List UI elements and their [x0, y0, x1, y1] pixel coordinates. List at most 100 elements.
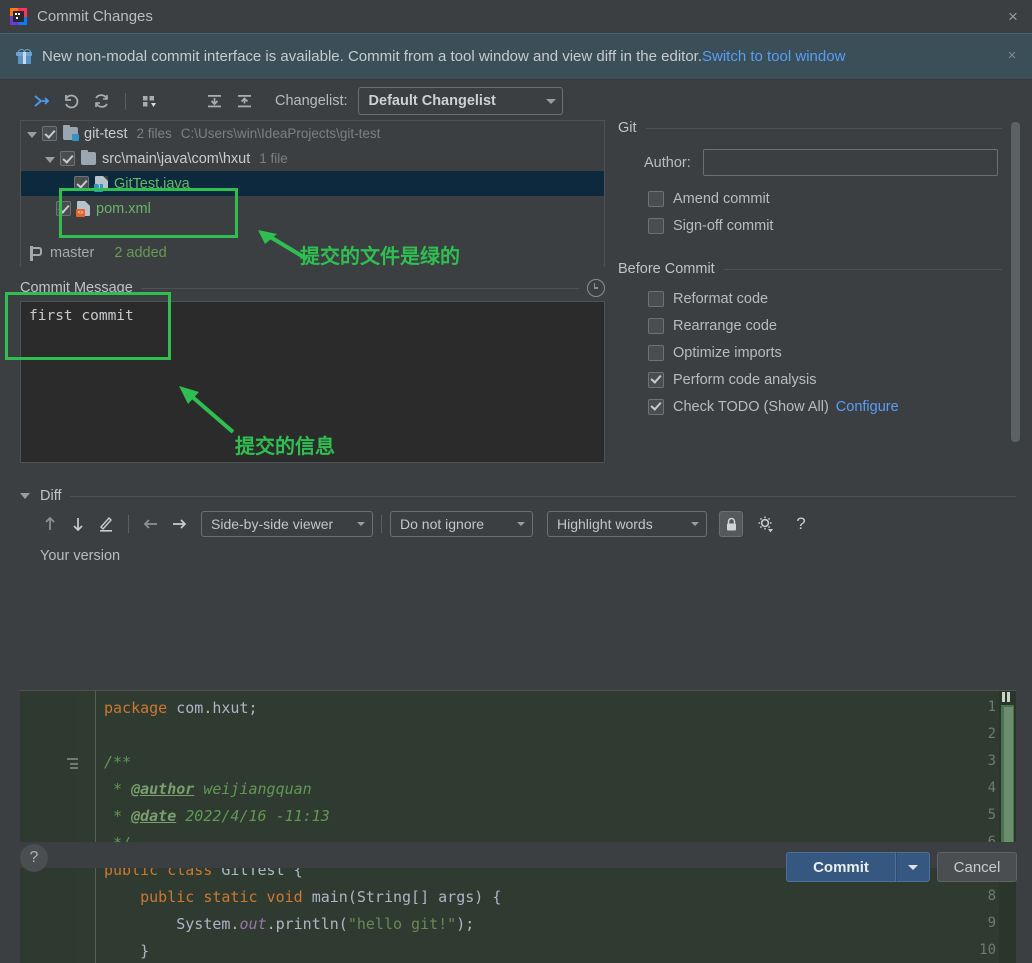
- accept-left-icon[interactable]: [137, 511, 165, 537]
- gear-icon[interactable]: [751, 511, 779, 537]
- checkbox-label: Check TODO (Show All): [673, 398, 829, 415]
- optimize-imports-checkbox[interactable]: Optimize imports: [648, 339, 1032, 366]
- question-mark-icon[interactable]: ?: [787, 511, 815, 537]
- tree-row[interactable]: J GitTest.java: [21, 171, 604, 196]
- checkbox[interactable]: [648, 344, 664, 361]
- commit-message-input[interactable]: first commit: [20, 301, 605, 463]
- line-number: 10: [979, 942, 996, 958]
- refresh-icon[interactable]: [86, 88, 116, 114]
- tree-row[interactable]: src\main\java\com\hxut 1 file: [21, 146, 604, 171]
- options-scrollbar-thumb[interactable]: [1011, 122, 1020, 442]
- editor-scrollbar-thumb-inner[interactable]: [1004, 707, 1013, 843]
- checkbox-label: Reformat code: [673, 290, 769, 307]
- before-commit-options-list: Reformat code Rearrange code Optimize impo…: [618, 285, 1032, 420]
- ignore-mode-combobox[interactable]: Do not ignore: [390, 511, 533, 537]
- gutter-divider: [95, 691, 96, 963]
- code-token: "hello git!": [347, 915, 457, 933]
- checkbox[interactable]: [648, 217, 664, 234]
- diff-toolbar: Side-by-side viewer Do not ignore Highli…: [20, 504, 1016, 544]
- line-number: 4: [987, 780, 996, 796]
- tree-row-name: pom.xml: [96, 200, 151, 217]
- rearrange-code-checkbox[interactable]: Rearrange code: [648, 312, 1032, 339]
- lock-icon[interactable]: [719, 511, 743, 537]
- folder-icon: [81, 150, 96, 165]
- checkbox[interactable]: [648, 317, 664, 334]
- chevron-down-icon: [691, 522, 699, 526]
- before-commit-section-header: Before Commit: [618, 261, 1032, 277]
- fold-region-icon[interactable]: [67, 758, 79, 770]
- configure-link[interactable]: Configure: [836, 399, 899, 415]
- diff-section-header[interactable]: Diff: [20, 488, 1016, 504]
- editor-gutter: [20, 691, 76, 963]
- chevron-down-icon: [908, 864, 918, 870]
- collapse-all-icon[interactable]: [229, 88, 259, 114]
- tree-row-checkbox[interactable]: [42, 126, 57, 141]
- code-token: out: [239, 915, 267, 933]
- commit-message-label: Commit Message: [20, 280, 133, 296]
- code-token: @date: [131, 807, 177, 825]
- commit-message-header: Commit Message: [20, 275, 605, 301]
- tree-row-name: GitTest.java: [114, 175, 190, 192]
- code-token: *: [104, 807, 132, 825]
- accept-right-icon[interactable]: [165, 511, 193, 537]
- file-type-badge: J: [94, 184, 103, 192]
- author-field[interactable]: [702, 149, 998, 176]
- banner-close-icon[interactable]: ×: [1004, 48, 1020, 64]
- changelist-combobox[interactable]: Default Changelist: [357, 87, 563, 115]
- code-line: System.out.println("hello git!");: [104, 915, 474, 933]
- cancel-button[interactable]: Cancel: [937, 852, 1017, 882]
- group-by-icon[interactable]: [135, 88, 165, 114]
- code-line: public static void main(String[] args) {: [104, 888, 501, 906]
- tree-row-checkbox[interactable]: [74, 176, 89, 191]
- tree-row[interactable]: git-test 2 files C:\Users\win\IdeaProjects…: [21, 121, 604, 146]
- editor-scrollbar-track[interactable]: [999, 691, 1016, 963]
- repo-status-bar: master 2 added: [20, 239, 605, 267]
- commit-button[interactable]: Commit: [786, 852, 896, 882]
- toolbar-separator: [125, 92, 126, 110]
- section-rule: [69, 495, 1016, 497]
- pause-icon[interactable]: [1001, 691, 1013, 703]
- amend-commit-checkbox[interactable]: Amend commit: [648, 185, 1032, 212]
- chevron-down-icon[interactable]: [27, 131, 37, 138]
- checkbox[interactable]: [648, 371, 664, 388]
- tree-row-checkbox[interactable]: [56, 201, 71, 216]
- revert-icon[interactable]: [56, 88, 86, 114]
- switch-to-tool-window-link[interactable]: Switch to tool window: [702, 48, 845, 65]
- checkbox[interactable]: [648, 190, 664, 207]
- show-diff-icon[interactable]: [26, 88, 56, 114]
- checkbox[interactable]: [648, 398, 664, 415]
- tree-row-checkbox[interactable]: [60, 151, 75, 166]
- close-icon[interactable]: ×: [1004, 8, 1022, 26]
- previous-difference-icon[interactable]: [36, 511, 64, 537]
- checkbox[interactable]: [648, 290, 664, 307]
- diff-editor-pane[interactable]: 1 package com.hxut; 2 3 /** 4 * @author weiji…: [20, 690, 1016, 963]
- code-line: /**: [104, 753, 131, 771]
- clock-history-icon[interactable]: [587, 279, 605, 297]
- xml-file-icon: <>: [76, 201, 90, 217]
- sign-off-commit-checkbox[interactable]: Sign-off commit: [648, 212, 1032, 239]
- left-panel: git-test 2 files C:\Users\win\IdeaProjects…: [20, 120, 605, 463]
- next-difference-icon[interactable]: [64, 511, 92, 537]
- intellij-idea-icon: [10, 8, 27, 25]
- check-todo-checkbox[interactable]: Check TODO (Show All) Configure: [648, 393, 1032, 420]
- checkbox-label: Perform code analysis: [673, 371, 817, 388]
- perform-code-analysis-checkbox[interactable]: Perform code analysis: [648, 366, 1032, 393]
- reformat-code-checkbox[interactable]: Reformat code: [648, 285, 1032, 312]
- tree-row-meta: 1 file: [259, 151, 288, 166]
- viewer-mode-combobox[interactable]: Side-by-side viewer: [201, 511, 373, 537]
- highlight-mode-combobox[interactable]: Highlight words: [547, 511, 707, 537]
- changed-files-tree[interactable]: git-test 2 files C:\Users\win\IdeaProjects…: [20, 120, 605, 239]
- code-token: *: [104, 780, 132, 798]
- code-token: }: [104, 942, 150, 960]
- code-line: * @author weijiangquan: [104, 780, 312, 798]
- code-token: System.: [104, 915, 240, 933]
- annotate-icon[interactable]: [92, 511, 120, 537]
- commit-dropdown-button[interactable]: [896, 852, 930, 882]
- chevron-down-icon[interactable]: [45, 156, 55, 163]
- code-token: main(String[] args) {: [311, 888, 502, 906]
- checkbox-label: Rearrange code: [673, 317, 777, 334]
- line-number: 1: [987, 699, 996, 715]
- tree-row[interactable]: <> pom.xml: [21, 196, 604, 221]
- expand-all-icon[interactable]: [199, 88, 229, 114]
- changelist-label: Changelist:: [275, 93, 348, 109]
